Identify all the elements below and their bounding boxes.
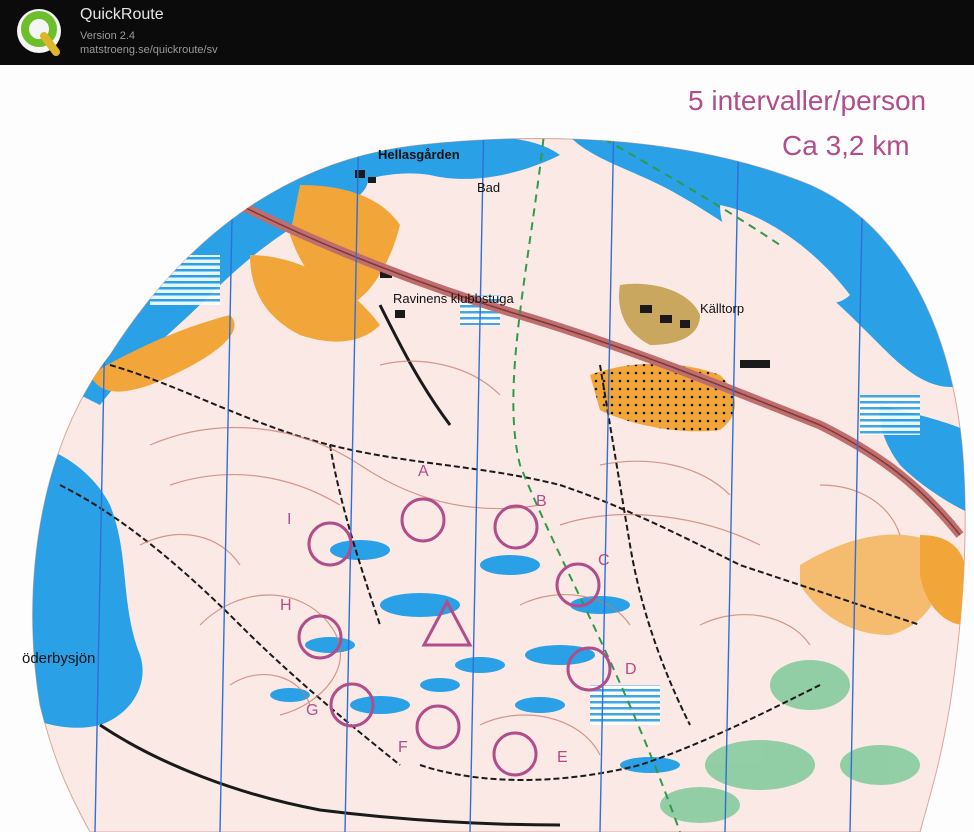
app-version: Version 2.4 — [80, 30, 136, 42]
app-url-link[interactable]: matstroeng.se/quickroute/sv — [80, 44, 218, 56]
control-label-g: G — [306, 702, 319, 719]
control-label-d: D — [625, 661, 637, 678]
place-label-ravinens-klubbstuga: Ravinens klubbstuga — [393, 291, 514, 306]
control-label-c: C — [598, 552, 610, 569]
marsh — [860, 395, 920, 435]
place-label-hellasgarden: Hellasgården — [378, 147, 460, 162]
place-label-bad: Bad — [477, 180, 501, 195]
place-label-soderbysjon: öderbysjön — [22, 650, 96, 667]
place-label-kalltorp: Källtorp — [700, 301, 745, 316]
quickroute-logo-icon — [17, 9, 61, 56]
control-label-e: E — [557, 749, 568, 766]
annotation-distance: Ca 3,2 km — [782, 130, 910, 161]
orienteering-map[interactable]: Hellasgården Bad Ravinens klubbstuga Käl… — [0, 65, 974, 832]
marsh — [590, 685, 660, 725]
app-title: QuickRoute — [80, 6, 164, 23]
annotation-intervals: 5 intervaller/person — [688, 85, 927, 116]
control-label-i: I — [287, 511, 292, 528]
title-bar: QuickRoute Version 2.4 matstroeng.se/qui… — [0, 0, 974, 65]
marsh — [150, 255, 220, 305]
control-label-a: A — [418, 463, 429, 480]
control-label-f: F — [398, 739, 408, 756]
control-label-h: H — [280, 597, 292, 614]
control-label-b: B — [536, 493, 547, 510]
